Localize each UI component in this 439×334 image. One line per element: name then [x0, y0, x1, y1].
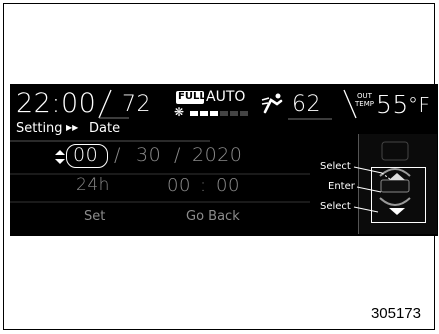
display-screen: 22:00 72 FULL AUTO ❋ 62 OUT TEMP 55 °F S…: [10, 84, 438, 236]
callout-leader-lines: [353, 166, 392, 213]
figure-number: 305173: [370, 305, 421, 322]
